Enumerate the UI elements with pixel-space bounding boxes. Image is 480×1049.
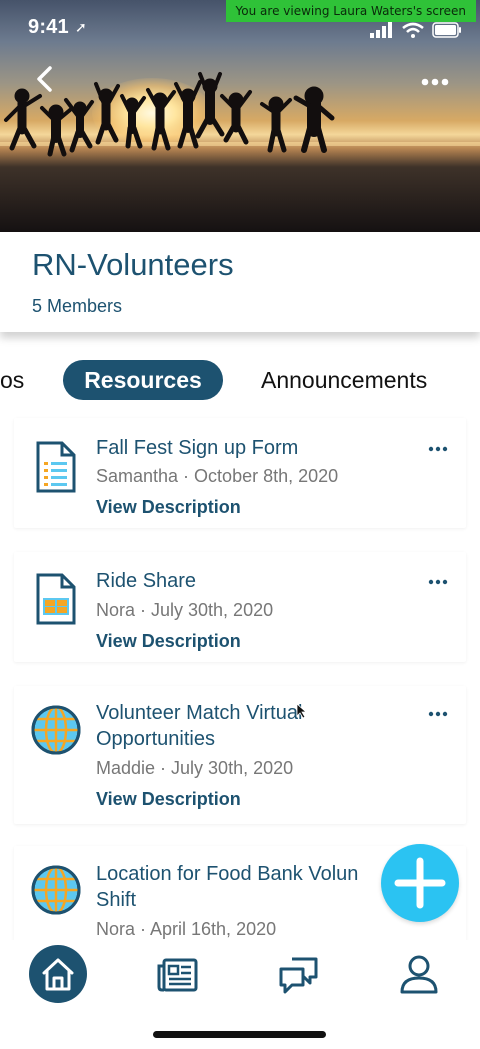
list-item[interactable]: Volunteer Match Virtual Opportunities Ma… — [14, 686, 466, 824]
nav-messages-button[interactable] — [270, 945, 328, 1003]
tab-resources[interactable]: Resources — [63, 360, 223, 400]
list-item[interactable]: Ride Share Nora · July 30th, 2020 View D… — [14, 552, 466, 662]
view-description-link[interactable]: View Description — [96, 631, 241, 652]
view-description-link[interactable]: View Description — [96, 497, 241, 518]
group-tabs: os Resources Announcements — [0, 360, 480, 402]
list-item[interactable]: Fall Fest Sign up Form Samantha · Octobe… — [14, 418, 466, 528]
group-more-button[interactable] — [420, 72, 450, 92]
signal-icon — [370, 22, 392, 38]
back-button[interactable] — [30, 64, 60, 94]
resource-title[interactable]: Volunteer Match Virtual Opportunities — [96, 700, 396, 752]
group-header: RN-Volunteers 5 Members — [0, 232, 480, 332]
bottom-navigation — [0, 940, 480, 1049]
newspaper-icon — [157, 958, 198, 992]
tab-photos[interactable]: os — [0, 360, 24, 400]
add-resource-button[interactable] — [381, 844, 459, 922]
nav-home-button[interactable] — [29, 945, 87, 1003]
resource-meta: Nora · April 16th, 2020 — [96, 919, 277, 939]
resource-more-button[interactable] — [428, 444, 448, 454]
nav-news-button[interactable] — [150, 945, 208, 1003]
wifi-icon — [402, 22, 424, 38]
resource-title[interactable]: Fall Fest Sign up Form — [96, 435, 396, 461]
chat-bubbles-icon — [279, 957, 318, 994]
resource-more-button[interactable] — [428, 577, 448, 587]
system-icons — [370, 22, 462, 38]
resource-more-button[interactable] — [428, 709, 448, 719]
plus-icon — [394, 857, 446, 909]
home-indicator — [153, 1031, 326, 1038]
resource-title[interactable]: Ride Share — [96, 568, 396, 594]
resource-meta: Maddie · July 30th, 2020 — [96, 758, 294, 778]
person-icon — [400, 955, 438, 994]
screen-share-banner: You are viewing Laura Waters's screen — [225, 0, 476, 22]
battery-icon — [432, 22, 461, 38]
globe-icon — [31, 865, 81, 915]
globe-icon — [31, 705, 81, 755]
nav-profile-button[interactable] — [390, 945, 448, 1003]
spreadsheet-icon — [36, 573, 76, 625]
more-horizontal-icon — [428, 579, 448, 585]
group-members-count[interactable]: 5 Members — [32, 296, 122, 317]
view-description-link[interactable]: View Description — [96, 789, 241, 810]
chevron-left-icon — [37, 66, 52, 92]
group-title: RN-Volunteers — [32, 247, 234, 282]
resource-meta: Samantha · October 8th, 2020 — [96, 466, 339, 486]
resource-title[interactable]: Location for Food Bank Volun Shift — [96, 861, 396, 913]
resource-meta: Nora · July 30th, 2020 — [96, 600, 274, 620]
document-list-icon — [36, 441, 76, 493]
location-arrow-icon: ➚ — [75, 19, 87, 35]
home-icon — [42, 958, 74, 991]
more-horizontal-icon — [421, 78, 449, 86]
clock: 9:41 — [28, 16, 69, 38]
more-horizontal-icon — [428, 711, 448, 717]
more-horizontal-icon — [428, 446, 448, 452]
mouse-pointer — [296, 703, 308, 719]
tab-announcements[interactable]: Announcements — [261, 360, 427, 400]
